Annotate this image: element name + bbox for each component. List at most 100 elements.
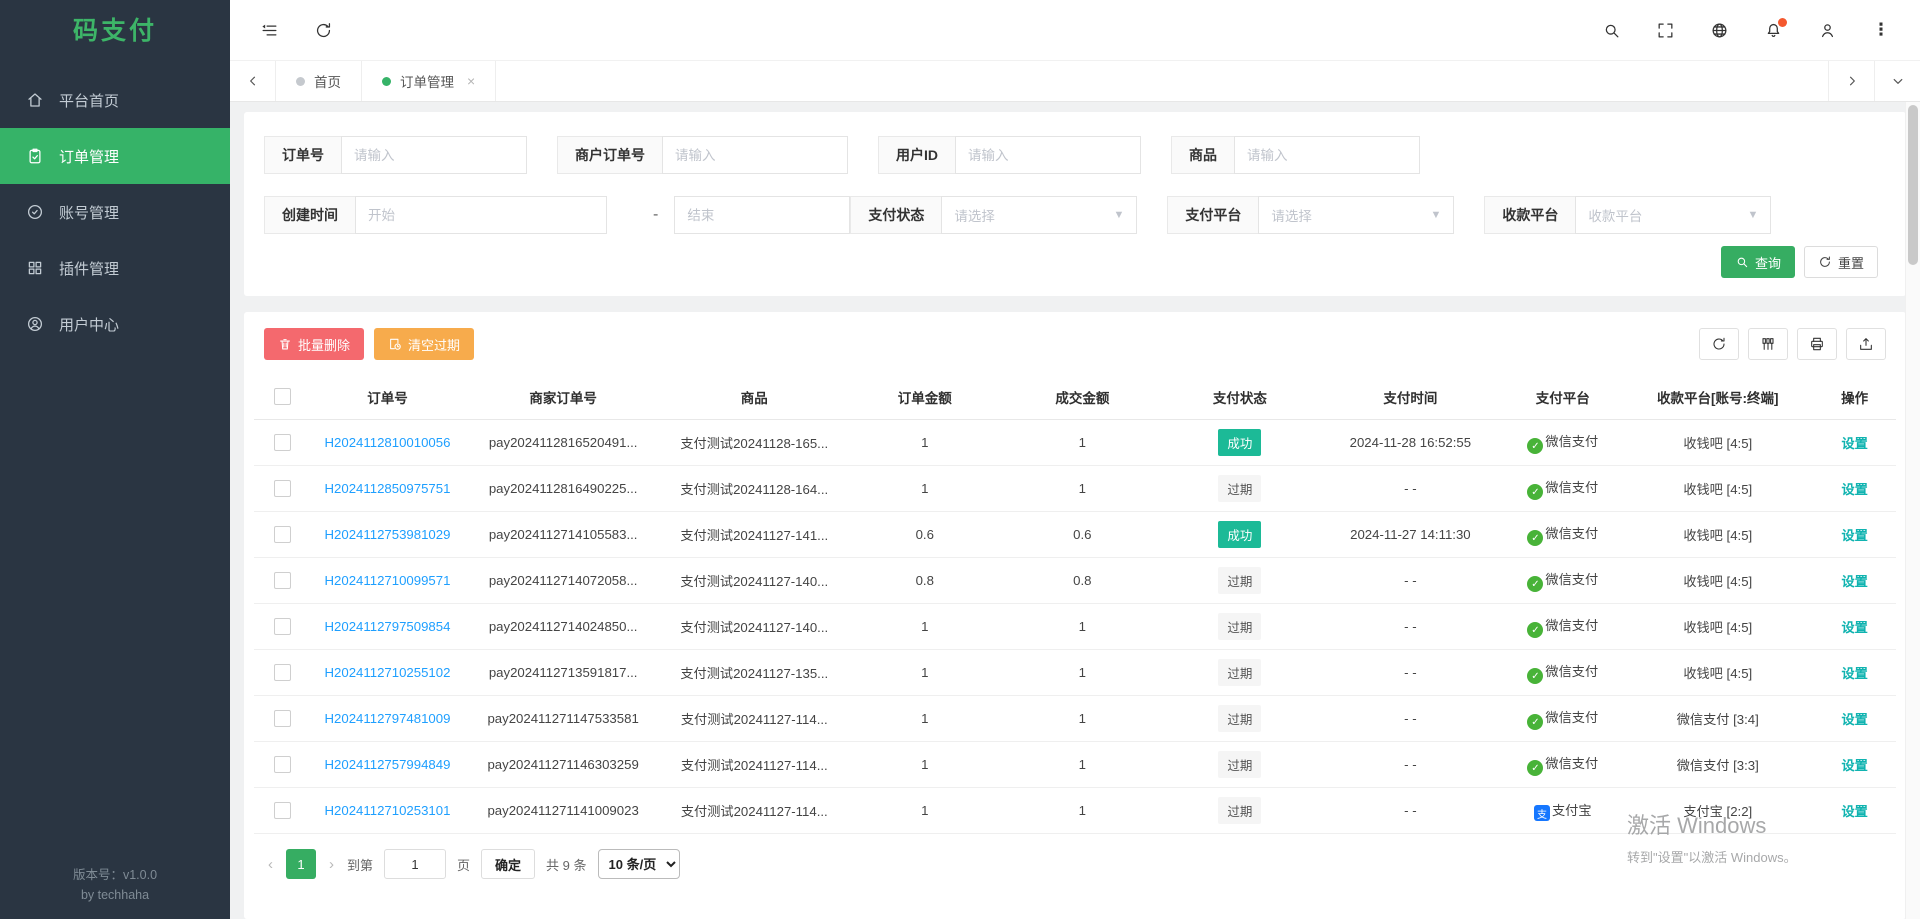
batch-delete-button[interactable]: 批量删除 — [264, 328, 364, 360]
tabs-scroll-right-button[interactable] — [1828, 61, 1874, 101]
table-refresh-button[interactable] — [1699, 328, 1739, 360]
order-number-link[interactable]: H2024112797509854 — [325, 619, 451, 634]
order-number-link[interactable]: H2024112850975751 — [325, 481, 451, 496]
collapse-sidebar-icon[interactable] — [250, 11, 288, 49]
search-button[interactable]: 查询 — [1721, 246, 1795, 278]
filter-label: 商品 — [1171, 136, 1234, 174]
goto-page-input[interactable] — [384, 849, 446, 879]
row-checkbox[interactable] — [274, 802, 291, 819]
sidebar-item-label: 账号管理 — [59, 202, 119, 223]
date-end-input[interactable] — [674, 196, 850, 234]
table-header-cell: 订单金额 — [847, 387, 1002, 407]
language-globe-icon[interactable] — [1700, 11, 1738, 49]
row-settings-link[interactable]: 设置 — [1841, 666, 1867, 681]
fullscreen-icon[interactable] — [1646, 11, 1684, 49]
merchant-order-number: pay2024112714024850... — [465, 619, 661, 634]
tab-home[interactable]: 首页 — [276, 61, 362, 101]
filter-select[interactable]: 收款平台 ▼ — [1575, 196, 1771, 234]
order-number-link[interactable]: H2024112710099571 — [325, 573, 451, 588]
goto-confirm-button[interactable]: 确定 — [481, 849, 535, 879]
row-checkbox[interactable] — [274, 434, 291, 451]
tab-order-management[interactable]: 订单管理 × — [362, 61, 496, 101]
sidebar-item-user-center[interactable]: 用户中心 — [0, 296, 230, 352]
row-settings-link[interactable]: 设置 — [1841, 620, 1867, 635]
order-number-link[interactable]: H2024112710255102 — [325, 665, 451, 680]
row-checkbox[interactable] — [274, 756, 291, 773]
row-checkbox[interactable] — [274, 572, 291, 589]
print-button[interactable] — [1797, 328, 1837, 360]
table-header-cell: 商品 — [661, 387, 847, 407]
printer-icon — [1809, 336, 1825, 352]
order-number-link[interactable]: H2024112753981029 — [325, 527, 451, 542]
select-all-checkbox[interactable] — [274, 388, 291, 405]
platform-name: 微信支付 — [1545, 480, 1598, 495]
tabs-dropdown-button[interactable] — [1874, 61, 1920, 101]
next-page-icon[interactable]: › — [327, 856, 336, 873]
row-settings-link[interactable]: 设置 — [1841, 528, 1867, 543]
row-checkbox[interactable] — [274, 664, 291, 681]
search-icon — [1735, 255, 1749, 269]
row-checkbox-cell — [254, 480, 310, 497]
filter-text-input[interactable] — [955, 136, 1141, 174]
sidebar-item-platform-home[interactable]: 平台首页 — [0, 72, 230, 128]
order-number-link[interactable]: H2024112797481009 — [325, 711, 451, 726]
table-header-cell: 支付平台 — [1503, 387, 1622, 407]
row-settings-link[interactable]: 设置 — [1841, 712, 1867, 727]
row-checkbox[interactable] — [274, 710, 291, 727]
filter-text-input[interactable] — [341, 136, 527, 174]
row-settings-link[interactable]: 设置 — [1841, 574, 1867, 589]
column-filter-button[interactable] — [1748, 328, 1788, 360]
platform-icon — [1527, 438, 1543, 454]
paid-amount: 1 — [1002, 803, 1162, 818]
filter-select[interactable]: 请选择 ▼ — [1258, 196, 1454, 234]
sidebar-item-label: 平台首页 — [59, 90, 119, 111]
table-row: H2024112797481009 pay202411271147533581 … — [254, 696, 1896, 742]
row-settings-link[interactable]: 设置 — [1841, 804, 1867, 819]
user-profile-icon[interactable] — [1808, 11, 1846, 49]
notification-bell-icon[interactable] — [1754, 11, 1792, 49]
window-scrollbar[interactable] — [1905, 102, 1920, 919]
more-menu-icon[interactable]: ⋮ — [1862, 11, 1900, 49]
payment-time: - - — [1317, 619, 1503, 634]
row-settings-link[interactable]: 设置 — [1841, 482, 1867, 497]
platform-name: 微信支付 — [1545, 526, 1598, 541]
export-button[interactable] — [1846, 328, 1886, 360]
order-number-link[interactable]: H2024112710253101 — [325, 803, 451, 818]
filter-input-group: 用户ID — [878, 136, 1141, 174]
order-number-link[interactable]: H2024112757994849 — [325, 757, 451, 772]
filter-text-input[interactable] — [662, 136, 848, 174]
product-name: 支付测试20241127-114... — [661, 755, 847, 774]
sidebar-item-account-management[interactable]: 账号管理 — [0, 184, 230, 240]
reset-button[interactable]: 重置 — [1804, 246, 1878, 278]
sidebar-item-plugin-management[interactable]: 插件管理 — [0, 240, 230, 296]
row-settings-link[interactable]: 设置 — [1841, 758, 1867, 773]
search-icon[interactable] — [1592, 11, 1630, 49]
row-checkbox[interactable] — [274, 480, 291, 497]
platform-name: 微信支付 — [1545, 756, 1598, 771]
prev-page-icon[interactable]: ‹ — [266, 856, 275, 873]
topbar: ⋮ — [230, 0, 1920, 60]
order-number-link[interactable]: H2024112810010056 — [325, 435, 451, 450]
tab-close-icon[interactable]: × — [467, 73, 475, 89]
filter-text-input[interactable] — [1234, 136, 1420, 174]
payment-platform-cell: 微信支付 — [1503, 523, 1622, 547]
clear-expired-button[interactable]: 清空过期 — [374, 328, 474, 360]
filter-select-group: 收款平台 收款平台 ▼ — [1484, 196, 1771, 234]
page-size-select[interactable]: 10 条/页 — [598, 849, 680, 879]
platform-icon — [1527, 622, 1543, 638]
topbar-left — [250, 11, 342, 49]
order-amount: 0.6 — [847, 527, 1002, 542]
row-checkbox[interactable] — [274, 618, 291, 635]
refresh-page-icon[interactable] — [304, 11, 342, 49]
tabs-scroll-left-button[interactable] — [230, 61, 276, 101]
filter-select[interactable]: 请选择 ▼ — [941, 196, 1137, 234]
product-name: 支付测试20241128-165... — [661, 433, 847, 452]
page-number-button[interactable]: 1 — [286, 849, 316, 879]
row-checkbox[interactable] — [274, 526, 291, 543]
date-start-input[interactable] — [355, 196, 607, 234]
sidebar-item-order-management[interactable]: 订单管理 — [0, 128, 230, 184]
receiving-platform: 支付宝 [2:2] — [1622, 801, 1813, 820]
row-checkbox-cell — [254, 572, 310, 589]
row-settings-link[interactable]: 设置 — [1841, 436, 1867, 451]
scrollbar-thumb[interactable] — [1908, 105, 1918, 265]
